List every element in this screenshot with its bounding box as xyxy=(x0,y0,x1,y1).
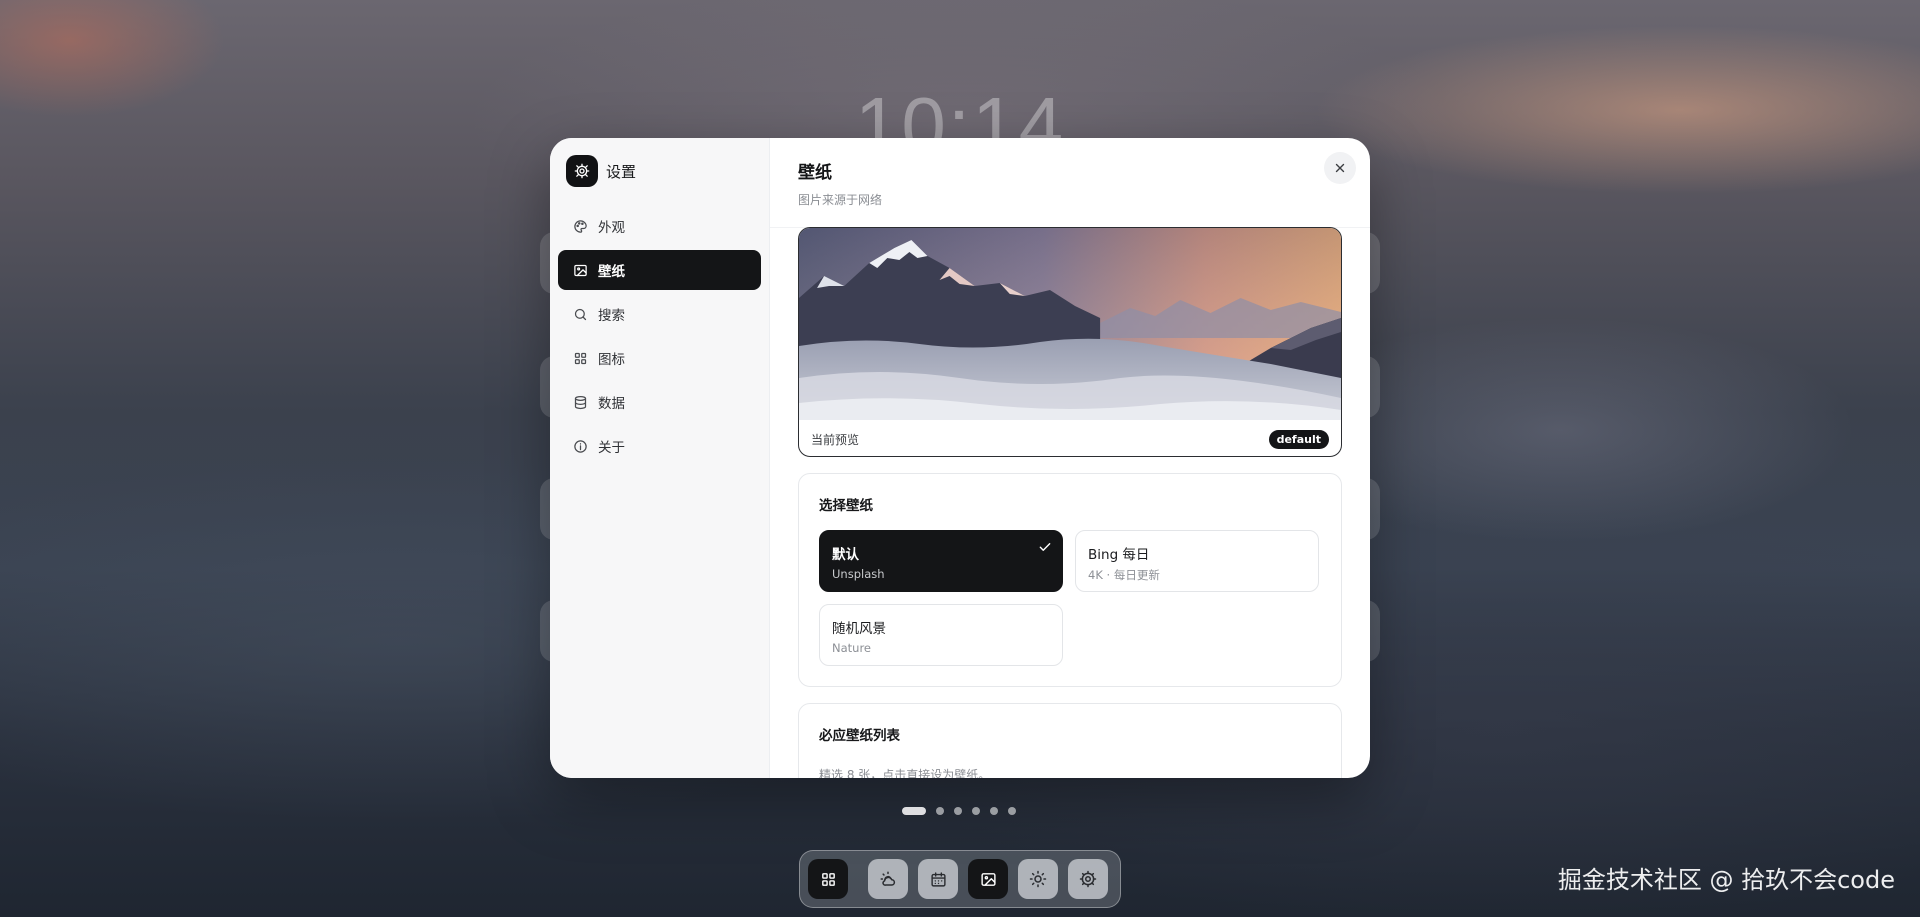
panel-subtitle: 图片来源于网络 xyxy=(798,193,883,207)
page-dot[interactable] xyxy=(954,807,962,815)
option-desc: 4K · 每日更新 xyxy=(1088,568,1160,582)
wallpaper-preview: 当前预览 default xyxy=(798,227,1342,457)
watermark: 掘金技术社区 @ 拾玖不会code xyxy=(1557,866,1895,894)
settings-modal: 设置 外观 壁纸 搜索 图标 数据 关于 壁纸 图片来源于网络 当前预览 def… xyxy=(550,138,1370,778)
wallpaper-source-badge: default xyxy=(1268,429,1329,449)
sidebar-item-label: 图标 xyxy=(598,352,625,368)
panel-header: 壁纸 图片来源于网络 xyxy=(770,138,1370,228)
choose-wallpaper-card: 选择壁纸 默认 Unsplash Bing 每日 4K · 每日更新 随机风景 … xyxy=(798,473,1342,687)
grid-icon xyxy=(821,872,835,886)
sun-icon xyxy=(1029,870,1047,888)
gear-icon xyxy=(566,155,598,187)
apps-button[interactable] xyxy=(808,859,848,899)
bing-wallpaper-list-card: 必应壁纸列表 精选 8 张，点击直接设为壁纸。 xyxy=(798,703,1342,778)
sidebar-item-data[interactable]: 数据 xyxy=(558,382,761,422)
database-icon xyxy=(572,394,588,410)
option-desc: Unsplash xyxy=(832,567,885,581)
wallpaper-button[interactable] xyxy=(968,859,1008,899)
grid-icon xyxy=(572,350,588,366)
page-dot[interactable] xyxy=(1008,807,1016,815)
panel-scroll-area[interactable]: 当前预览 default 选择壁纸 默认 Unsplash Bing 每日 4K… xyxy=(770,227,1370,778)
sidebar-item-label: 壁纸 xyxy=(598,264,625,280)
cloud-sun-icon xyxy=(880,871,896,886)
preview-label: 当前预览 xyxy=(811,432,860,447)
preview-footer: 当前预览 default xyxy=(799,420,1341,456)
page-dot[interactable] xyxy=(902,807,926,815)
close-icon xyxy=(1335,163,1345,173)
sidebar-item-label: 数据 xyxy=(598,396,625,412)
option-name: Bing 每日 xyxy=(1088,547,1150,563)
search-icon xyxy=(572,306,588,322)
close-button[interactable] xyxy=(1324,152,1356,184)
option-name: 随机风景 xyxy=(832,621,886,637)
panel-title: 壁纸 xyxy=(798,163,832,183)
sidebar-item-wallpaper[interactable]: 壁纸 xyxy=(558,250,761,290)
wallpaper-panel: 壁纸 图片来源于网络 当前预览 default 选择壁纸 默认 Unsplash… xyxy=(770,138,1370,778)
sidebar-item-icons[interactable]: 图标 xyxy=(558,338,761,378)
sidebar-item-label: 外观 xyxy=(598,220,625,236)
card-description: 精选 8 张，点击直接设为壁纸。 xyxy=(819,768,991,778)
gear-icon xyxy=(1079,870,1097,888)
image-icon xyxy=(572,262,588,278)
weather-button[interactable] xyxy=(868,859,908,899)
page-indicator xyxy=(902,807,1026,815)
theme-button[interactable] xyxy=(1018,859,1058,899)
palette-icon xyxy=(572,218,588,234)
wallpaper-options: 默认 Unsplash Bing 每日 4K · 每日更新 随机风景 Natur… xyxy=(819,530,1321,666)
sidebar-item-search[interactable]: 搜索 xyxy=(558,294,761,334)
wallpaper-option-bing[interactable]: Bing 每日 4K · 每日更新 xyxy=(1075,530,1319,592)
option-desc: Nature xyxy=(832,641,871,655)
wallpaper-option-default[interactable]: 默认 Unsplash xyxy=(819,530,1063,592)
check-icon xyxy=(1038,539,1052,558)
calendar-button[interactable] xyxy=(918,859,958,899)
sidebar-header: 设置 xyxy=(558,154,761,188)
sidebar-item-about[interactable]: 关于 xyxy=(558,426,761,466)
info-icon xyxy=(572,438,588,454)
calendar-icon xyxy=(930,871,946,887)
dock xyxy=(799,850,1121,908)
page-dot[interactable] xyxy=(990,807,998,815)
settings-button[interactable] xyxy=(1068,859,1108,899)
preview-image xyxy=(799,228,1341,420)
settings-sidebar: 设置 外观 壁纸 搜索 图标 数据 关于 xyxy=(550,138,770,778)
card-title: 选择壁纸 xyxy=(819,498,873,514)
page-dot[interactable] xyxy=(972,807,980,815)
card-title: 必应壁纸列表 xyxy=(819,728,900,744)
image-icon xyxy=(980,872,996,886)
sidebar-item-label: 搜索 xyxy=(598,308,625,324)
settings-title: 设置 xyxy=(606,162,637,181)
option-name: 默认 xyxy=(832,547,859,563)
wallpaper-option-nature[interactable]: 随机风景 Nature xyxy=(819,604,1063,666)
sidebar-item-label: 关于 xyxy=(598,440,625,456)
sidebar-item-appearance[interactable]: 外观 xyxy=(558,206,761,246)
page-dot[interactable] xyxy=(936,807,944,815)
